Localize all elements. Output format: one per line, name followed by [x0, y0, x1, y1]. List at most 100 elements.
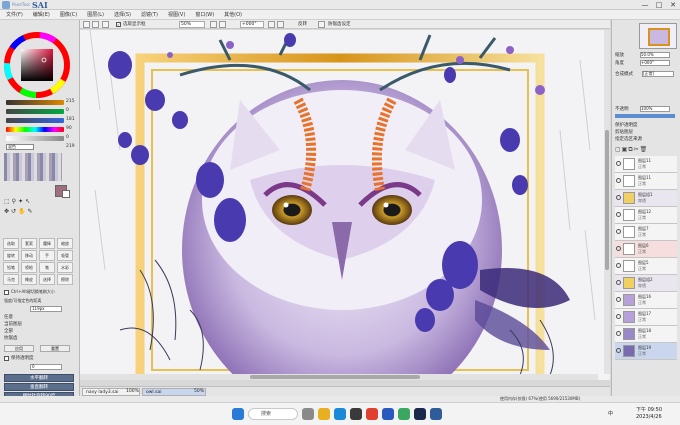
slider-g[interactable]: [6, 109, 64, 114]
rotation-field[interactable]: +000°: [240, 21, 264, 28]
tool-btn[interactable]: 选取: [3, 238, 19, 249]
horizontal-scrollbar[interactable]: [80, 374, 598, 380]
vertical-scrollbar[interactable]: [604, 30, 610, 374]
menu-layer[interactable]: 图层(L): [87, 11, 104, 18]
layer-row-selected[interactable]: 图层19 正常: [615, 343, 677, 360]
tool-btn[interactable]: 吸管: [57, 250, 73, 261]
option-selection-source[interactable]: 指定选区来源: [615, 136, 642, 142]
zoom-in-icon[interactable]: [219, 21, 226, 28]
keep-opacity-checkbox[interactable]: [4, 356, 9, 361]
layer-row[interactable]: 图层11 正常: [615, 156, 677, 173]
tool-btn[interactable]: 橡皮: [21, 274, 37, 285]
tool-btn[interactable]: 旋转: [3, 250, 19, 261]
rotate-right-icon[interactable]: [277, 21, 284, 28]
slider-sat[interactable]: [6, 136, 64, 141]
option-any[interactable]: 任意: [4, 314, 13, 320]
layer-group-row[interactable]: 图层组2 穿透: [615, 275, 677, 292]
apply-button[interactable]: 应用: [4, 345, 34, 352]
tool-btn[interactable]: 马克: [3, 274, 19, 285]
slider-b[interactable]: [6, 118, 64, 123]
option-protect-alpha[interactable]: 保护透明度: [615, 122, 638, 128]
layer-row[interactable]: 图层7 正常: [615, 224, 677, 241]
horizontal-scroll-thumb[interactable]: [250, 375, 420, 379]
tool-btn[interactable]: 笔: [39, 262, 55, 273]
zoom-field[interactable]: 50%: [179, 21, 205, 28]
menu-select[interactable]: 选择(S): [114, 11, 131, 18]
opacity-slider[interactable]: [615, 114, 675, 118]
color-wheel[interactable]: [4, 32, 70, 98]
layer-group-row[interactable]: 图层组1 穿透: [615, 190, 677, 207]
tool-btn[interactable]: 手: [39, 250, 55, 261]
selection-checkbox[interactable]: ✓: [116, 22, 121, 27]
tool-btn[interactable]: 套索: [21, 238, 37, 249]
app-icon[interactable]: [398, 408, 410, 420]
flip-vertical-button[interactable]: 垂直翻转: [4, 383, 74, 391]
navigator-preview[interactable]: [639, 23, 677, 49]
close-button[interactable]: ✕: [666, 0, 680, 10]
redo-icon[interactable]: [92, 21, 99, 28]
thickness-field[interactable]: 119px: [30, 306, 62, 312]
store-icon[interactable]: [350, 408, 362, 420]
tool-btn[interactable]: 选择: [39, 274, 55, 285]
layer-row[interactable]: 图层11 正常: [615, 173, 677, 190]
deselect-icon[interactable]: [102, 21, 109, 28]
layer-row[interactable]: 图层6 正常: [615, 241, 677, 258]
minimize-button[interactable]: —: [638, 0, 652, 10]
task-view-icon[interactable]: [302, 408, 314, 420]
ctrl-checkbox[interactable]: [4, 290, 9, 295]
select-tools-icon[interactable]: ⬚⚲✦↖: [4, 198, 54, 207]
layer-row[interactable]: 图层5 正常: [615, 258, 677, 275]
tool-btn[interactable]: 擦除: [57, 274, 73, 285]
layer-action-icons[interactable]: ▢▣⧉✂🗑: [615, 146, 677, 154]
secondary-color-swatch[interactable]: [62, 190, 70, 198]
menu-window[interactable]: 窗口(W): [195, 11, 214, 18]
undo-icon[interactable]: [83, 21, 90, 28]
stabilizer-icon[interactable]: [318, 21, 325, 28]
windows-start-icon[interactable]: [232, 408, 244, 420]
clock-date[interactable]: 2023/4/26: [636, 414, 662, 420]
slider-hue[interactable]: [6, 127, 64, 132]
option-antialias[interactable]: 抗锯齿: [4, 335, 18, 341]
rotate-left-icon[interactable]: [268, 21, 275, 28]
option-all[interactable]: 全部: [4, 328, 13, 334]
option-current-layer[interactable]: 当前图层: [4, 321, 22, 327]
tool-btn[interactable]: 缩放: [57, 238, 73, 249]
tool-btn[interactable]: 魔棒: [39, 238, 55, 249]
nav-angle-field[interactable]: +000°: [640, 60, 670, 66]
app-icon[interactable]: [382, 408, 394, 420]
chrome-icon[interactable]: [366, 408, 378, 420]
blend-mode-select[interactable]: [正常]: [642, 71, 674, 77]
menu-file[interactable]: 文件(F): [6, 11, 23, 18]
zoom-out-icon[interactable]: [210, 21, 217, 28]
menu-image[interactable]: 图像(C): [60, 11, 77, 18]
file-explorer-icon[interactable]: [318, 408, 330, 420]
tool-btn[interactable]: 喷枪: [21, 262, 37, 273]
tool-btn[interactable]: 铅笔: [3, 262, 19, 273]
transform-tools-icon[interactable]: ✥↺✋✎: [4, 208, 54, 217]
menu-filter[interactable]: 滤镜(T): [141, 11, 158, 18]
value-field[interactable]: 0: [30, 364, 62, 370]
swatch-palette[interactable]: [4, 153, 62, 181]
layer-row[interactable]: 图层17 正常: [615, 309, 677, 326]
taskbar-search[interactable]: 搜索: [248, 408, 298, 420]
option-clipping[interactable]: 剪贴图层: [615, 129, 633, 135]
slider-r[interactable]: [6, 100, 64, 105]
vertical-scroll-thumb[interactable]: [605, 130, 609, 270]
edge-icon[interactable]: [334, 408, 346, 420]
tool-btn[interactable]: 水彩: [57, 262, 73, 273]
flip-label[interactable]: 反转: [298, 21, 307, 28]
canvas[interactable]: [80, 30, 610, 380]
maximize-button[interactable]: □: [652, 0, 666, 10]
menu-edit[interactable]: 编辑(E): [33, 11, 50, 18]
mix-color-field[interactable]: 混色: [6, 144, 34, 150]
tray-language[interactable]: 中: [608, 410, 613, 417]
tool-btn[interactable]: 移动: [21, 250, 37, 261]
layer-row[interactable]: 图层16 正常: [615, 292, 677, 309]
layer-row[interactable]: 图层18 正常: [615, 326, 677, 343]
menu-view[interactable]: 视图(V): [168, 11, 185, 18]
nav-zoom-field[interactable]: 50.0%: [640, 52, 670, 58]
anti-alias-label[interactable]: 防锯齿设定: [328, 21, 351, 28]
flip-horizontal-button[interactable]: 水平翻转: [4, 374, 74, 382]
opacity-field[interactable]: 100%: [640, 106, 670, 112]
sai-taskbar-icon[interactable]: [430, 408, 442, 420]
